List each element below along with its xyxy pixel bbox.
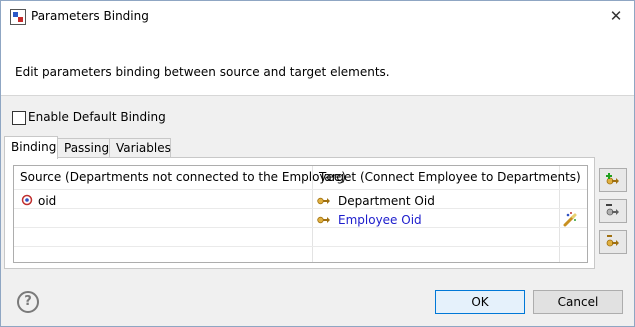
dialog-description: Edit parameters binding between source a… [15,65,390,79]
add-binding-icon [606,173,619,185]
row-divider [14,227,587,228]
binding-table: Source (Departments not connected to the… [13,165,588,263]
add-binding-button[interactable] [599,168,627,192]
key-arrow-icon [317,197,330,205]
app-icon [10,9,26,25]
dialog-header: Edit parameters binding between source a… [1,32,634,96]
remove-binding-button[interactable] [599,230,627,254]
dialog-footer: ? OK Cancel [1,276,634,326]
source-column-header: Source (Departments not connected to the… [20,170,346,184]
tab-passing[interactable]: Passing [57,138,111,158]
dialog-content: Enable Default Binding Binding Passing V… [1,96,634,276]
row-divider [14,246,587,247]
help-icon[interactable]: ? [17,291,39,313]
row-divider [14,208,587,209]
remove-binding-icon [606,235,619,247]
target-cell: Department Oid [338,194,435,208]
edit-binding-icon [606,204,619,216]
target-cell: Employee Oid [338,213,422,227]
target-column-header: Target (Connect Employee to Departments) [319,170,581,184]
source-cell: oid [38,194,57,208]
key-arrow-icon [317,216,330,224]
window-title: Parameters Binding [31,9,149,23]
title-bar: Parameters Binding ✕ [1,1,634,32]
source-column: Source (Departments not connected to the… [14,166,346,262]
close-icon[interactable]: ✕ [604,4,628,28]
magic-wand-icon[interactable] [562,211,578,227]
parameter-icon [21,194,33,206]
parameters-binding-dialog: Parameters Binding ✕ Edit parameters bin… [0,0,635,327]
edit-binding-button[interactable] [599,199,627,223]
enable-default-binding-label[interactable]: Enable Default Binding [28,110,166,124]
binding-tab-panel: Source (Departments not connected to the… [4,157,595,269]
ok-button[interactable]: OK [435,290,525,314]
enable-default-binding-checkbox[interactable] [12,111,26,125]
tab-variables[interactable]: Variables [109,138,171,158]
cancel-button[interactable]: Cancel [533,290,623,314]
row-divider [14,189,587,190]
tab-binding[interactable]: Binding [4,136,58,159]
